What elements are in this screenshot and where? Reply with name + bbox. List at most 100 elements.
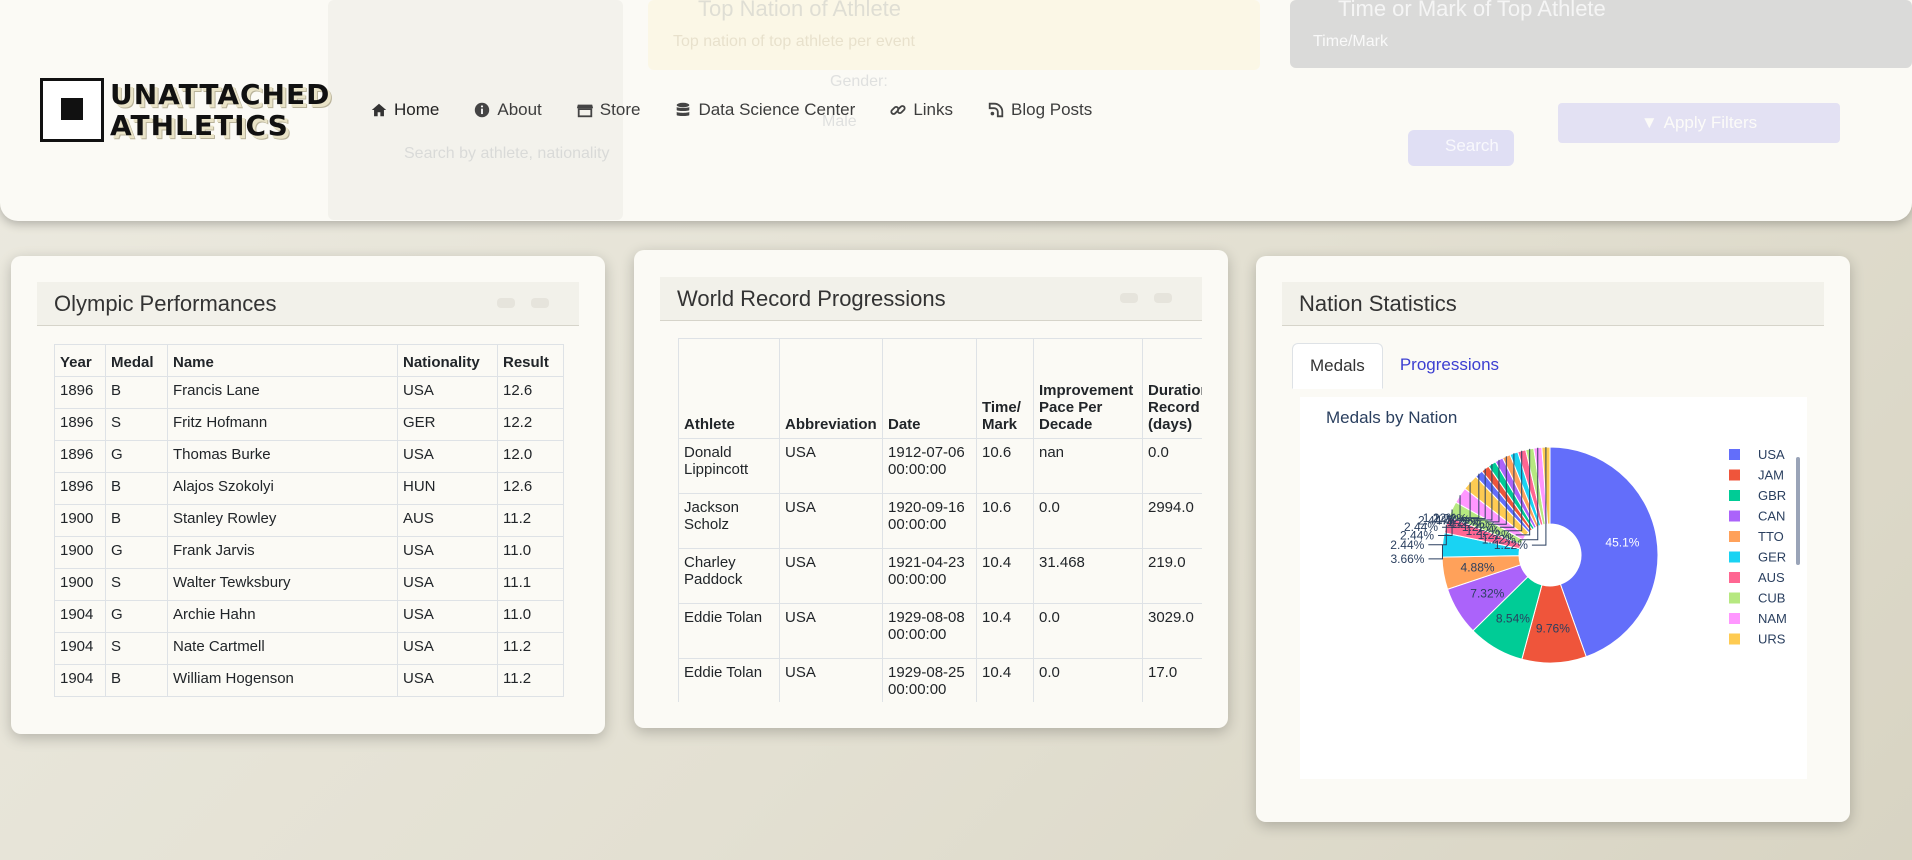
nav-data-science[interactable]: Data Science Center bbox=[674, 100, 855, 120]
legend-swatch[interactable] bbox=[1729, 490, 1740, 501]
legend-swatch[interactable] bbox=[1729, 510, 1740, 522]
logo-line-1: UNATTACHED bbox=[110, 78, 331, 111]
slice-label: 4.88% bbox=[1461, 561, 1495, 575]
cell-duration: 3029.0 bbox=[1142, 603, 1202, 659]
legend-label[interactable]: JAM bbox=[1758, 468, 1784, 483]
tab-progressions[interactable]: Progressions bbox=[1383, 343, 1516, 389]
site-header: Top Nation of Athlete Top nation of top … bbox=[0, 0, 1912, 221]
col-time-mark[interactable]: Time/ Mark bbox=[976, 338, 1034, 439]
legend-label[interactable]: URS bbox=[1758, 632, 1786, 647]
legend-label[interactable]: AUS bbox=[1758, 570, 1785, 585]
table-row: Donald Lippincott USA 1912-07-06 00:00:00 1… bbox=[678, 438, 1202, 494]
legend-label[interactable]: CAN bbox=[1758, 509, 1785, 524]
legend-label[interactable]: NAM bbox=[1758, 611, 1787, 626]
olympic-table-scroll[interactable]: Year Medal Name Nationality Result 1896 B… bbox=[54, 344, 564, 706]
cell-time-mark: 10.4 bbox=[976, 603, 1034, 659]
nav-home-label: Home bbox=[394, 100, 440, 119]
nav-about[interactable]: About bbox=[473, 100, 542, 120]
nation-card-title: Nation Statistics bbox=[1299, 290, 1457, 316]
site-logo[interactable]: UNATTACHED ATHLETICS bbox=[40, 76, 329, 146]
cell-medal: B bbox=[105, 472, 168, 505]
card-control-3[interactable] bbox=[1120, 293, 1138, 303]
slice-label: 8.54% bbox=[1496, 611, 1530, 625]
nav-blog[interactable]: Blog Posts bbox=[987, 100, 1092, 120]
cell-name: Thomas Burke bbox=[167, 440, 398, 473]
card-control-4[interactable] bbox=[1154, 293, 1172, 303]
legend-swatch[interactable] bbox=[1729, 449, 1740, 460]
cell-athlete: Eddie Tolan bbox=[678, 603, 780, 659]
legend-swatch[interactable] bbox=[1729, 469, 1740, 481]
nav-store[interactable]: Store bbox=[576, 100, 640, 120]
col-duration[interactable]: Duration of Record (days) bbox=[1142, 338, 1202, 439]
cell-year: 1900 bbox=[54, 504, 106, 537]
col-name[interactable]: Name bbox=[167, 344, 398, 377]
logo-mark bbox=[40, 78, 104, 142]
bg-time-mark-title: Time or Mark of Top Athlete bbox=[1338, 0, 1606, 21]
cell-date: 1912-07-06 00:00:00 bbox=[882, 438, 977, 494]
cell-name: Walter Tewksbury bbox=[167, 568, 398, 601]
legend-label[interactable]: GBR bbox=[1758, 488, 1786, 503]
col-result[interactable]: Result bbox=[497, 344, 564, 377]
bg-top-nation-sub: Top nation of top athlete per event bbox=[673, 33, 915, 50]
cell-nationality: HUN bbox=[397, 472, 498, 505]
world-record-table: Athlete Abbreviation Date Time/ Mark Imp… bbox=[678, 338, 1202, 702]
apply-filters-label: Apply Filters bbox=[1663, 113, 1758, 132]
nav-about-label: About bbox=[497, 100, 542, 119]
legend-swatch[interactable] bbox=[1729, 613, 1740, 624]
tab-medals[interactable]: Medals bbox=[1292, 343, 1383, 389]
legend-label[interactable]: GER bbox=[1758, 550, 1786, 565]
table-row: 1900 S Walter Tewksbury USA 11.1 bbox=[54, 568, 564, 601]
bg-top-nation-title: Top Nation of Athlete bbox=[698, 0, 902, 21]
legend-swatch[interactable] bbox=[1729, 531, 1740, 542]
table-row: Eddie Tolan USA 1929-08-08 00:00:00 10.4 0.0… bbox=[678, 603, 1202, 659]
legend-label[interactable]: CUB bbox=[1758, 591, 1785, 606]
card-control-1[interactable] bbox=[497, 298, 515, 308]
bg-time-mark-sub: Time/Mark bbox=[1313, 33, 1388, 50]
table-row: 1904 G Archie Hahn USA 11.0 bbox=[54, 600, 564, 633]
cell-medal: B bbox=[105, 376, 168, 409]
cell-result: 12.0 bbox=[497, 440, 564, 473]
cell-nationality: USA bbox=[397, 440, 498, 473]
table-row: 1900 B Stanley Rowley AUS 11.2 bbox=[54, 504, 564, 537]
cell-result: 12.2 bbox=[497, 408, 564, 441]
cell-year: 1896 bbox=[54, 440, 106, 473]
cell-abbreviation: USA bbox=[779, 548, 883, 604]
legend-label[interactable]: TTO bbox=[1758, 529, 1784, 544]
apply-filters-button[interactable]: ▼ Apply Filters bbox=[1558, 103, 1840, 143]
cell-name: Nate Cartmell bbox=[167, 632, 398, 665]
cell-athlete: Charley Paddock bbox=[678, 548, 780, 604]
col-athlete[interactable]: Athlete bbox=[678, 338, 780, 439]
legend-swatch[interactable] bbox=[1729, 572, 1740, 583]
world-record-table-scroll[interactable]: Athlete Abbreviation Date Time/ Mark Imp… bbox=[678, 338, 1202, 702]
table-row: 1900 G Frank Jarvis USA 11.0 bbox=[54, 536, 564, 569]
cell-abbreviation: USA bbox=[779, 438, 883, 494]
cell-nationality: USA bbox=[397, 536, 498, 569]
col-date[interactable]: Date bbox=[882, 338, 977, 439]
cell-nationality: USA bbox=[397, 376, 498, 409]
bg-search-placeholder[interactable]: Search by athlete, nationality bbox=[404, 145, 609, 163]
col-medal[interactable]: Medal bbox=[105, 344, 168, 377]
olympic-card-header: Olympic Performances bbox=[37, 282, 579, 326]
nav-links[interactable]: Links bbox=[889, 100, 953, 120]
cell-medal: S bbox=[105, 408, 168, 441]
col-nationality[interactable]: Nationality bbox=[397, 344, 498, 377]
col-improvement[interactable]: Improvement Pace Per Decade bbox=[1033, 338, 1143, 439]
cell-result: 11.0 bbox=[497, 600, 564, 633]
medals-pie-chart: Medals by Nation 45.1% 9.76% 8.54% 7.32% 4.88… bbox=[1326, 408, 1800, 664]
legend-scrollbar[interactable] bbox=[1796, 457, 1800, 565]
cell-date: 1921-04-23 00:00:00 bbox=[882, 548, 977, 604]
cell-time-mark: 10.6 bbox=[976, 493, 1034, 549]
database-icon bbox=[677, 102, 690, 116]
cell-medal: B bbox=[105, 664, 168, 697]
legend-swatch[interactable] bbox=[1729, 592, 1740, 604]
col-abbreviation[interactable]: Abbreviation bbox=[779, 338, 883, 439]
legend-label[interactable]: USA bbox=[1758, 447, 1785, 462]
col-year[interactable]: Year bbox=[54, 344, 106, 377]
cell-date: 1929-08-25 00:00:00 bbox=[882, 658, 977, 702]
table-row: Charley Paddock USA 1921-04-23 00:00:00 10.… bbox=[678, 548, 1202, 604]
card-control-2[interactable] bbox=[531, 298, 549, 308]
nav-home[interactable]: Home bbox=[370, 100, 439, 120]
legend-swatch[interactable] bbox=[1729, 633, 1740, 645]
legend-swatch[interactable] bbox=[1729, 551, 1740, 563]
cell-duration: 17.0 bbox=[1142, 658, 1202, 702]
